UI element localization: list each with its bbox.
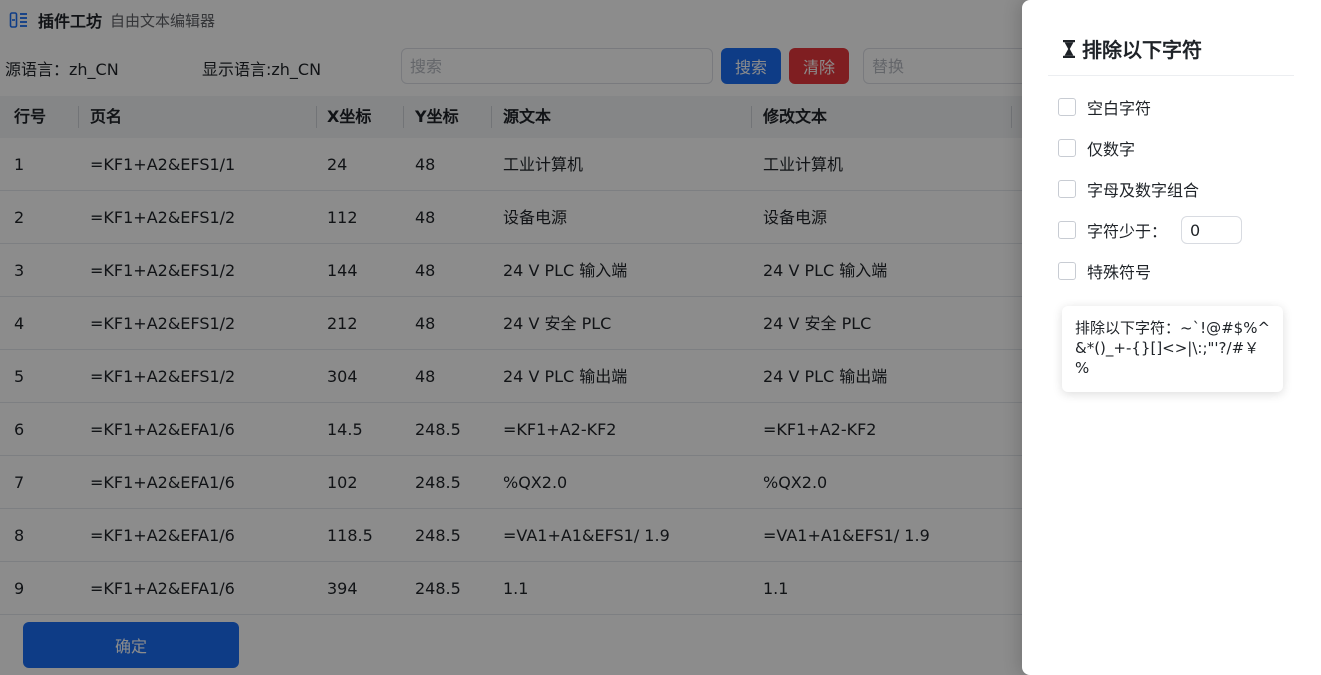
option-alphanumeric[interactable]: 字母及数字组合 bbox=[1058, 177, 1199, 201]
hourglass-icon bbox=[1062, 39, 1076, 59]
alphanumeric-checkbox[interactable] bbox=[1058, 180, 1076, 198]
option-digits-only[interactable]: 仅数字 bbox=[1058, 136, 1135, 160]
option-label: 字母及数字组合 bbox=[1087, 181, 1200, 200]
min-length-input[interactable] bbox=[1181, 216, 1243, 244]
option-label: 特殊符号 bbox=[1087, 263, 1152, 282]
drawer-title-text: 排除以下字符 bbox=[1082, 38, 1202, 62]
special-symbols-checkbox[interactable] bbox=[1058, 262, 1076, 280]
option-min-length: 字符少于： bbox=[1058, 215, 1243, 245]
drawer-title: 排除以下字符 bbox=[1062, 34, 1202, 63]
digits-only-checkbox[interactable] bbox=[1058, 139, 1076, 157]
option-label: 字符少于： bbox=[1087, 222, 1168, 241]
divider bbox=[1048, 75, 1294, 76]
min-length-checkbox[interactable] bbox=[1058, 221, 1076, 239]
option-whitespace[interactable]: 空白字符 bbox=[1058, 95, 1151, 119]
option-label: 仅数字 bbox=[1087, 140, 1136, 159]
whitespace-checkbox[interactable] bbox=[1058, 98, 1076, 116]
special-symbols-tooltip: 排除以下字符：~`!@#$%^&*()_+-{}[]<>|\:;"'?/#￥% bbox=[1062, 306, 1283, 392]
option-special-symbols[interactable]: 特殊符号 bbox=[1058, 259, 1151, 283]
option-label: 空白字符 bbox=[1087, 99, 1152, 118]
